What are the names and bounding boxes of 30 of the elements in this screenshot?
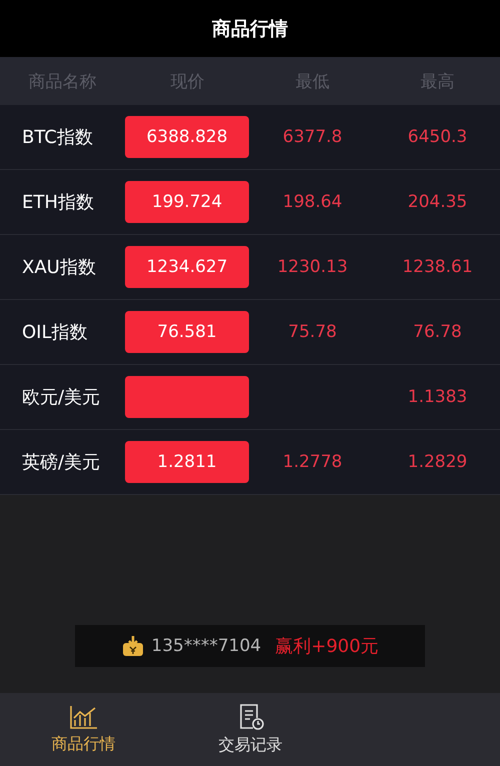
product-name: XAU指数 <box>21 256 97 279</box>
low-price: 1.2778 <box>282 452 342 472</box>
product-name: 英磅/美元 <box>21 451 102 474</box>
product-name: 欧元/美元 <box>21 386 102 409</box>
high-price: 6450.3 <box>408 127 468 147</box>
chart-icon <box>68 704 98 730</box>
low-price: 75.78 <box>288 322 337 342</box>
price-button[interactable]: 1.2811 <box>125 441 249 483</box>
high-price: 1238.61 <box>402 257 473 277</box>
coin-drawer-icon <box>121 634 146 658</box>
product-name: ETH指数 <box>21 191 95 214</box>
low-price: 198.64 <box>282 192 342 212</box>
price-button[interactable]: 6388.828 <box>125 116 249 158</box>
price-button[interactable]: 199.724 <box>125 181 249 223</box>
high-price: 1.1383 <box>408 387 468 407</box>
high-price: 204.35 <box>408 192 468 212</box>
page-title: 商品行情 <box>212 16 288 42</box>
high-price: 1.2829 <box>408 452 468 472</box>
low-price: 1230.13 <box>277 257 348 277</box>
price-button[interactable]: 76.581 <box>125 311 249 353</box>
tab[interactable]: 交易记录 <box>167 693 334 766</box>
phone-number: 135****7104 <box>151 636 262 656</box>
high-price: 76.78 <box>413 322 462 342</box>
profit-text: 赢利+900元 <box>275 635 379 658</box>
price-button[interactable] <box>125 376 249 418</box>
product-name: OIL指数 <box>21 321 89 344</box>
low-price: 6377.8 <box>282 127 342 147</box>
price-button[interactable]: 1234.627 <box>125 246 249 288</box>
tab[interactable]: 商品行情 <box>0 693 167 766</box>
product-name: BTC指数 <box>21 126 94 149</box>
